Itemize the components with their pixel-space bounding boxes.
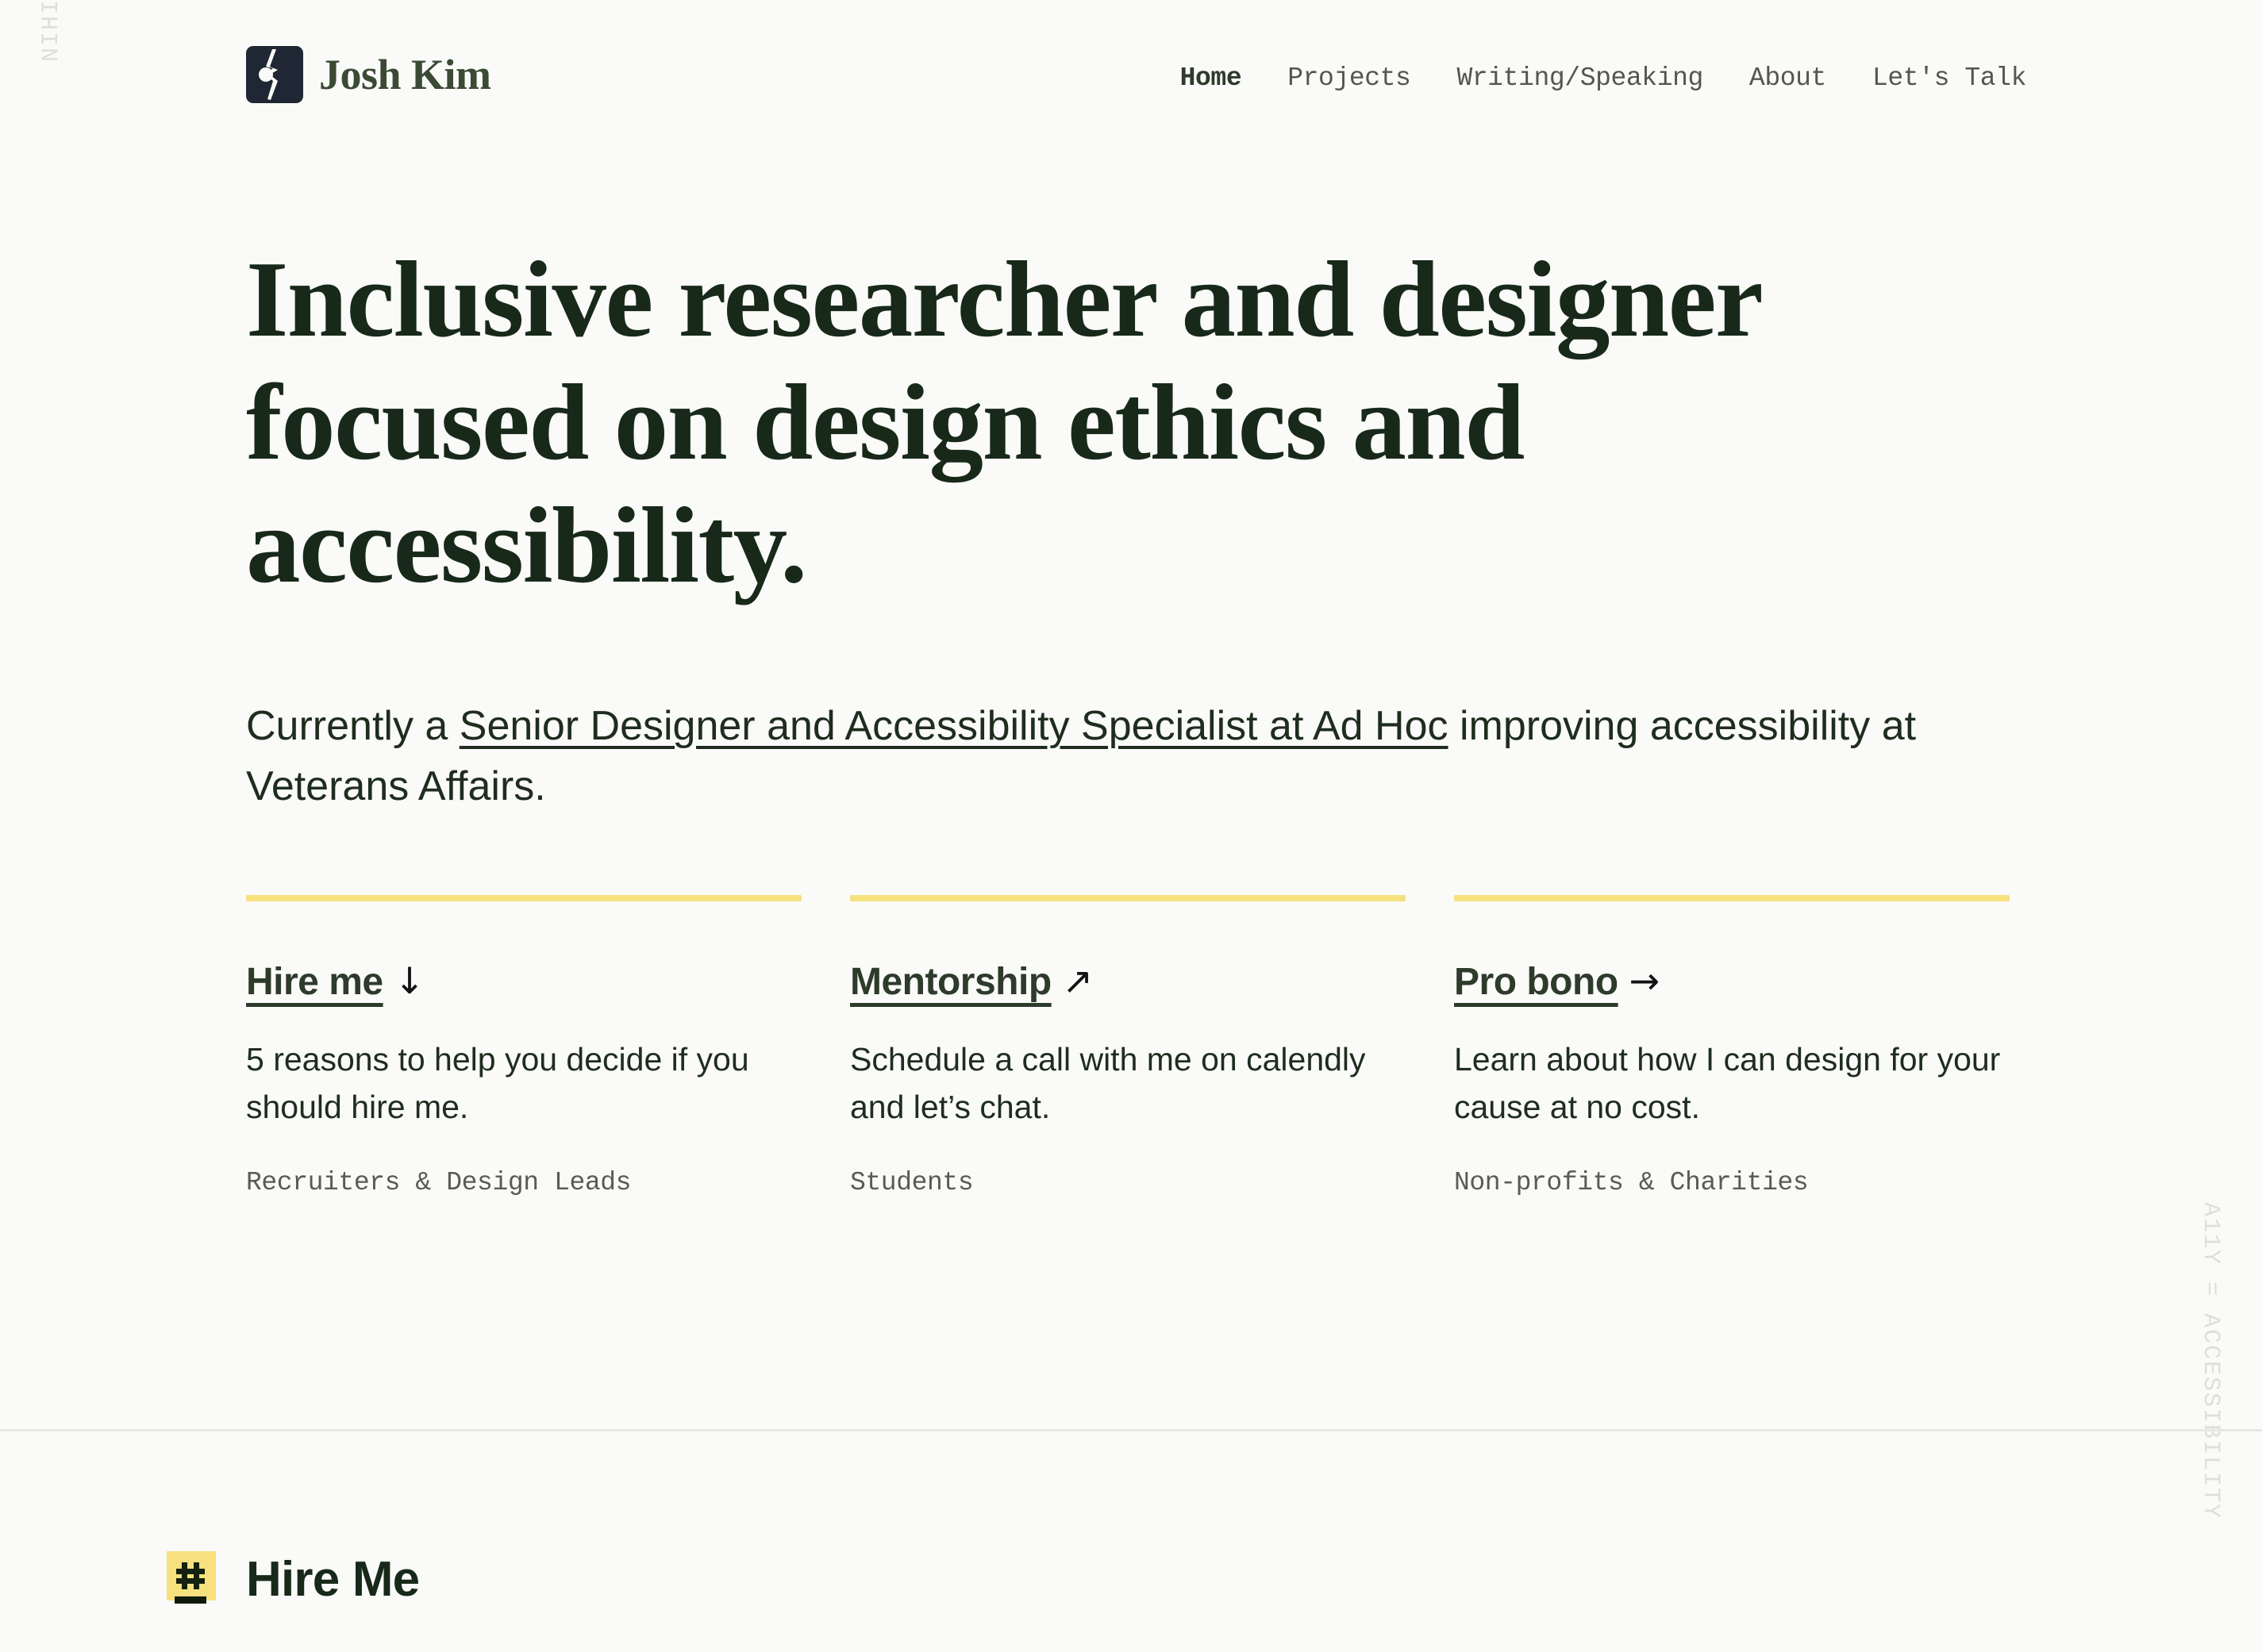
section-divider <box>0 1429 2262 1431</box>
hash-badge-icon <box>167 1551 216 1604</box>
card-mentorship: Mentorship ↗ Schedule a call with me on … <box>850 895 1406 1197</box>
card-hire-me-audience: Recruiters & Design Leads <box>246 1167 632 1197</box>
right-vertical-tagline: A11Y = ACCESSIBILITY <box>2197 1202 2224 1520</box>
nav-item-home[interactable]: Home <box>1157 63 1265 93</box>
card-mentorship-description: Schedule a call with me on calendly and … <box>850 1041 1366 1125</box>
card-mentorship-label: Mentorship <box>850 961 1052 1003</box>
page-title: Inclusive researcher and designer focuse… <box>246 239 1761 605</box>
card-pro-bono-audience: Non-profits & Charities <box>1454 1167 1809 1197</box>
card-pro-bono: Pro bono → Learn about how I can design … <box>1454 895 2010 1197</box>
hero-section: Inclusive researcher and designer focuse… <box>246 238 2056 816</box>
hire-me-section: Hire Me <box>167 1551 420 1608</box>
card-hire-me-link[interactable]: Hire me ↓ <box>246 960 802 1004</box>
arrow-down-icon: ↓ <box>394 959 425 1002</box>
brand-name: Josh Kim <box>319 51 491 98</box>
josh-kim-logo-mark-icon <box>246 46 303 103</box>
card-hire-me: Hire me ↓ 5 reasons to help you decide i… <box>246 895 802 1197</box>
nav-item-writing-speaking[interactable]: Writing/Speaking <box>1433 63 1725 93</box>
hero-subtitle: Currently a Senior Designer and Accessib… <box>246 697 1976 816</box>
nav-item-projects[interactable]: Projects <box>1264 63 1433 93</box>
quick-links-cards: Hire me ↓ 5 reasons to help you decide i… <box>246 895 2010 1197</box>
site-header: Josh Kim Home Projects Writing/Speaking … <box>0 0 2262 159</box>
arrow-right-icon: → <box>1629 959 1660 1002</box>
card-hire-me-description: 5 reasons to help you decide if you shou… <box>246 1041 749 1125</box>
card-hire-me-label: Hire me <box>246 961 383 1003</box>
hero-subtitle-lead: Currently a <box>246 703 460 750</box>
card-accent-rule <box>850 895 1406 901</box>
card-pro-bono-link[interactable]: Pro bono → <box>1454 960 2010 1004</box>
hire-me-heading: Hire Me <box>246 1552 420 1607</box>
card-mentorship-audience: Students <box>850 1167 974 1197</box>
brand-home-link[interactable]: Josh Kim <box>246 46 491 103</box>
card-mentorship-link[interactable]: Mentorship ↗ <box>850 960 1406 1004</box>
nav-item-about[interactable]: About <box>1726 63 1849 93</box>
card-accent-rule <box>1454 895 2010 901</box>
current-role-link[interactable]: Senior Designer and Accessibility Specia… <box>460 703 1448 749</box>
card-pro-bono-label: Pro bono <box>1454 961 1618 1003</box>
main-navigation: Home Projects Writing/Speaking About Let… <box>1157 63 2049 93</box>
nav-item-lets-talk[interactable]: Let's Talk <box>1849 63 2049 93</box>
card-pro-bono-description: Learn about how I can design for your ca… <box>1454 1041 2001 1125</box>
arrow-up-right-icon: ↗ <box>1062 959 1094 1002</box>
card-accent-rule <box>246 895 802 901</box>
